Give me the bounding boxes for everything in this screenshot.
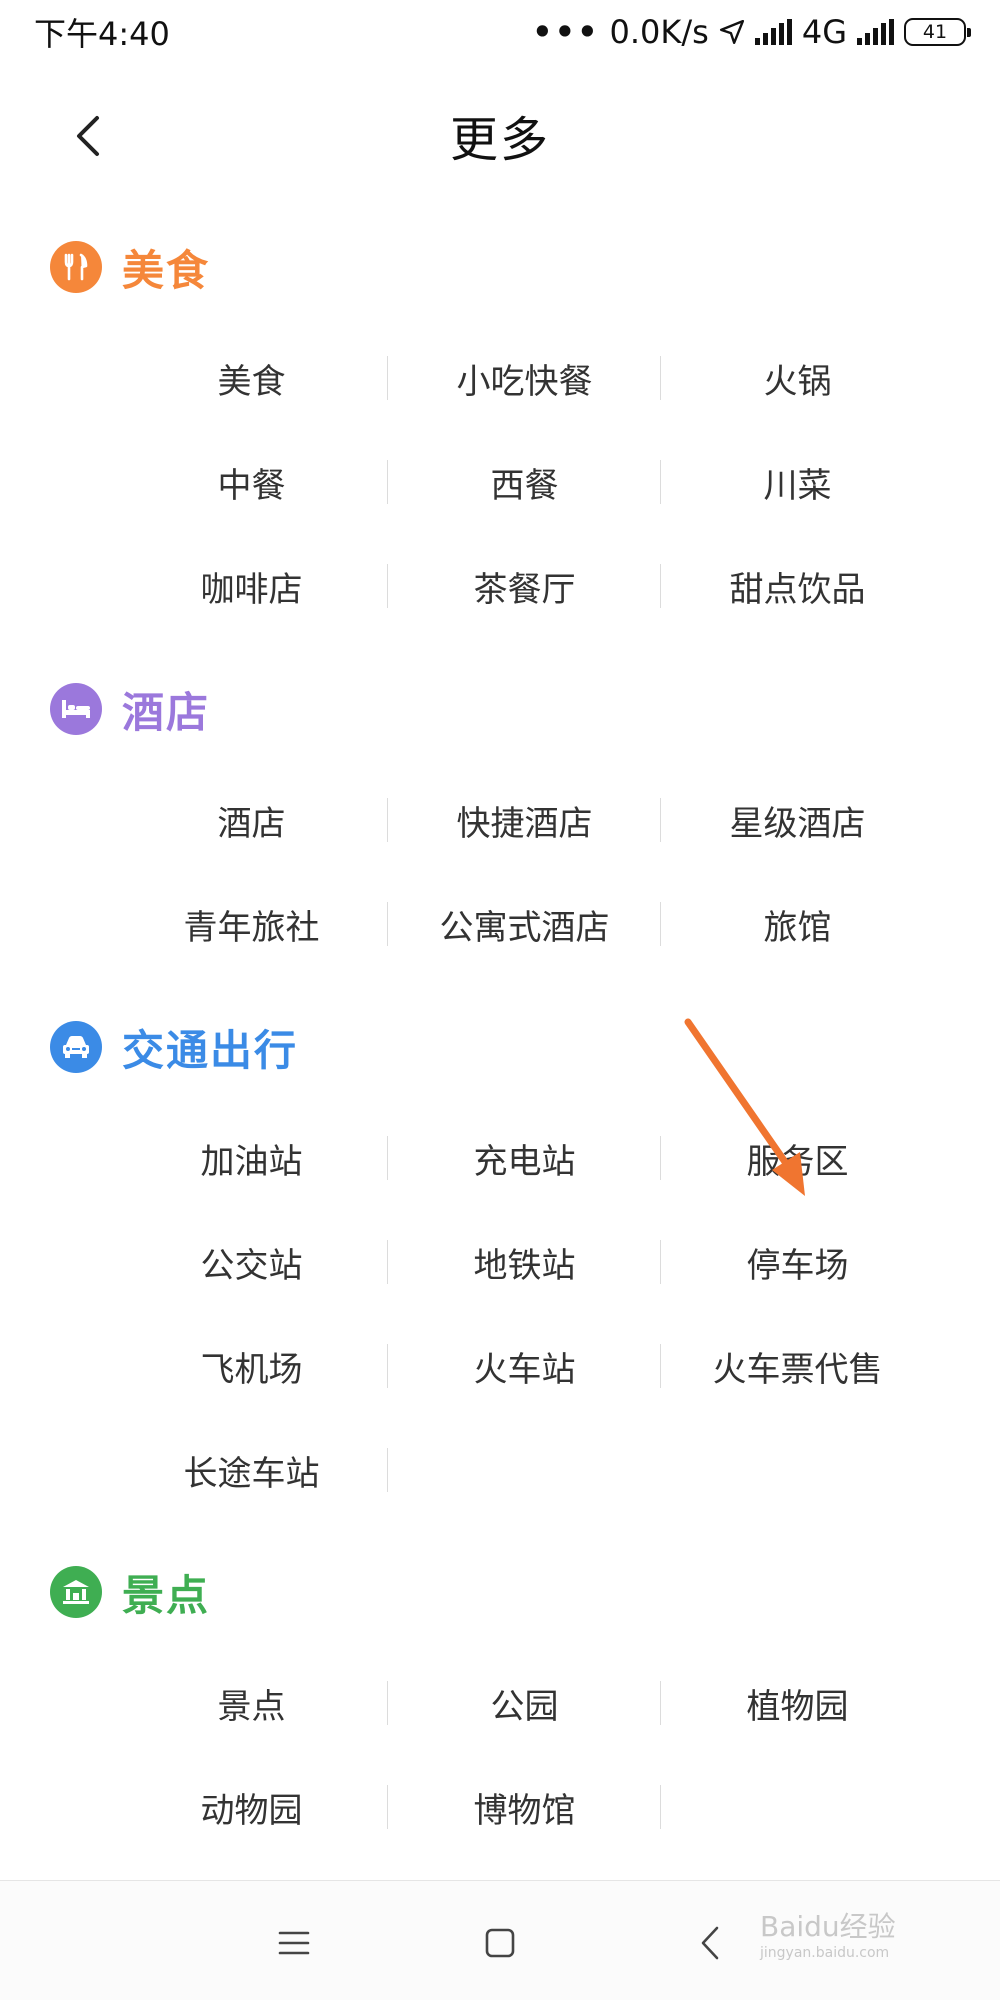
category-item[interactable]: 酒店 bbox=[115, 798, 388, 844]
category-item[interactable]: 公交站 bbox=[115, 1240, 388, 1286]
home-button[interactable] bbox=[476, 1919, 524, 1967]
car-icon bbox=[50, 1021, 102, 1073]
network-speed: 0.0K/s bbox=[609, 13, 709, 51]
category-item[interactable]: 飞机场 bbox=[115, 1344, 388, 1390]
section-title: 交通出行 bbox=[122, 1025, 299, 1075]
category-grid: 酒店 快捷酒店 星级酒店 青年旅社 公寓式酒店 旅馆 bbox=[0, 768, 1000, 976]
category-row: 公交站 地铁站 停车场 bbox=[0, 1210, 1000, 1314]
network-type: 4G bbox=[801, 13, 847, 51]
signal-2-icon bbox=[857, 19, 894, 45]
category-item[interactable]: 美食 bbox=[115, 356, 388, 402]
category-row: 飞机场 火车站 火车票代售 bbox=[0, 1314, 1000, 1418]
category-item[interactable]: 公寓式酒店 bbox=[388, 902, 661, 948]
category-item[interactable]: 甜点饮品 bbox=[661, 564, 934, 610]
menu-button[interactable] bbox=[270, 1919, 318, 1967]
category-item[interactable]: 火车站 bbox=[388, 1344, 661, 1390]
category-item[interactable]: 长途车站 bbox=[115, 1448, 388, 1494]
section-scenic-header: 景点 bbox=[0, 1557, 1000, 1627]
category-item[interactable]: 服务区 bbox=[661, 1136, 934, 1182]
bed-icon bbox=[50, 683, 102, 735]
back-button[interactable] bbox=[58, 106, 118, 166]
section-title: 景点 bbox=[122, 1570, 211, 1620]
category-grid: 景点 公园 植物园 动物园 博物馆 bbox=[0, 1651, 1000, 1859]
location-arrow-icon bbox=[719, 19, 744, 45]
category-item[interactable]: 西餐 bbox=[388, 460, 661, 506]
watermark-text: Baidu经验 bbox=[760, 1910, 896, 1943]
category-item[interactable]: 小吃快餐 bbox=[388, 356, 661, 402]
category-item[interactable]: 地铁站 bbox=[388, 1240, 661, 1286]
section-food: 美食 美食 小吃快餐 火锅 中餐 西餐 川菜 咖啡店 茶餐厅 甜点饮品 bbox=[0, 232, 1000, 638]
category-item[interactable]: 景点 bbox=[115, 1681, 388, 1727]
category-item[interactable]: 川菜 bbox=[661, 460, 934, 506]
category-row: 美食 小吃快餐 火锅 bbox=[0, 326, 1000, 430]
category-item[interactable]: 植物园 bbox=[661, 1681, 934, 1727]
chevron-left-icon bbox=[77, 116, 99, 156]
category-item[interactable]: 动物园 bbox=[115, 1785, 388, 1831]
utensils-icon bbox=[50, 241, 102, 293]
category-item[interactable]: 火锅 bbox=[661, 356, 934, 402]
section-title: 美食 bbox=[122, 245, 211, 295]
back-nav-button[interactable] bbox=[686, 1919, 734, 1967]
battery-level: 41 bbox=[922, 21, 948, 43]
category-row: 长途车站 bbox=[0, 1418, 1000, 1522]
section-scenic: 景点 景点 公园 植物园 动物园 博物馆 bbox=[0, 1557, 1000, 1859]
category-row: 中餐 西餐 川菜 bbox=[0, 430, 1000, 534]
watermark: Baidu经验 jingyan.baidu.com bbox=[760, 1905, 960, 1985]
category-item[interactable]: 充电站 bbox=[388, 1136, 661, 1182]
category-row: 景点 公园 植物园 bbox=[0, 1651, 1000, 1755]
category-grid: 美食 小吃快餐 火锅 中餐 西餐 川菜 咖啡店 茶餐厅 甜点饮品 bbox=[0, 326, 1000, 638]
status-bar: 下午4:40 ••• 0.0K/s 4G 41 bbox=[0, 0, 1000, 64]
status-indicators: ••• 0.0K/s 4G 41 bbox=[532, 13, 971, 51]
battery-icon: 41 bbox=[904, 18, 971, 46]
category-item[interactable]: 旅馆 bbox=[661, 902, 934, 948]
landmark-icon bbox=[50, 1566, 102, 1618]
watermark-url: jingyan.baidu.com bbox=[760, 1945, 890, 1961]
category-item[interactable]: 茶餐厅 bbox=[388, 564, 661, 610]
category-row: 青年旅社 公寓式酒店 旅馆 bbox=[0, 872, 1000, 976]
category-item[interactable]: 停车场 bbox=[661, 1240, 934, 1286]
menu-icon bbox=[278, 1931, 310, 1955]
category-row: 加油站 充电站 服务区 bbox=[0, 1106, 1000, 1210]
status-time: 下午4:40 bbox=[34, 15, 170, 53]
category-item[interactable]: 加油站 bbox=[115, 1136, 388, 1182]
category-item[interactable]: 快捷酒店 bbox=[388, 798, 661, 844]
more-dots-icon: ••• bbox=[532, 13, 600, 51]
category-item[interactable]: 青年旅社 bbox=[115, 902, 388, 948]
section-title: 酒店 bbox=[122, 687, 211, 737]
category-row: 动物园 博物馆 bbox=[0, 1755, 1000, 1859]
category-row: 咖啡店 茶餐厅 甜点饮品 bbox=[0, 534, 1000, 638]
section-hotel: 酒店 酒店 快捷酒店 星级酒店 青年旅社 公寓式酒店 旅馆 bbox=[0, 674, 1000, 976]
signal-icon bbox=[754, 19, 792, 45]
section-transport: 交通出行 加油站 充电站 服务区 公交站 地铁站 停车场 飞机场 火车站 火车票… bbox=[0, 1012, 1000, 1522]
square-icon bbox=[485, 1928, 515, 1958]
section-food-header: 美食 bbox=[0, 232, 1000, 302]
page-title: 更多 bbox=[449, 112, 550, 168]
category-item[interactable]: 博物馆 bbox=[388, 1785, 661, 1831]
header: 更多 bbox=[0, 80, 1000, 190]
category-item[interactable]: 星级酒店 bbox=[661, 798, 934, 844]
category-item[interactable]: 中餐 bbox=[115, 460, 388, 506]
category-grid: 加油站 充电站 服务区 公交站 地铁站 停车场 飞机场 火车站 火车票代售 长途… bbox=[0, 1106, 1000, 1522]
section-hotel-header: 酒店 bbox=[0, 674, 1000, 744]
chevron-left-icon bbox=[701, 1926, 719, 1960]
category-item[interactable]: 公园 bbox=[388, 1681, 661, 1727]
section-transport-header: 交通出行 bbox=[0, 1012, 1000, 1082]
category-item[interactable]: 火车票代售 bbox=[661, 1344, 934, 1390]
category-item[interactable]: 咖啡店 bbox=[115, 564, 388, 610]
category-row: 酒店 快捷酒店 星级酒店 bbox=[0, 768, 1000, 872]
